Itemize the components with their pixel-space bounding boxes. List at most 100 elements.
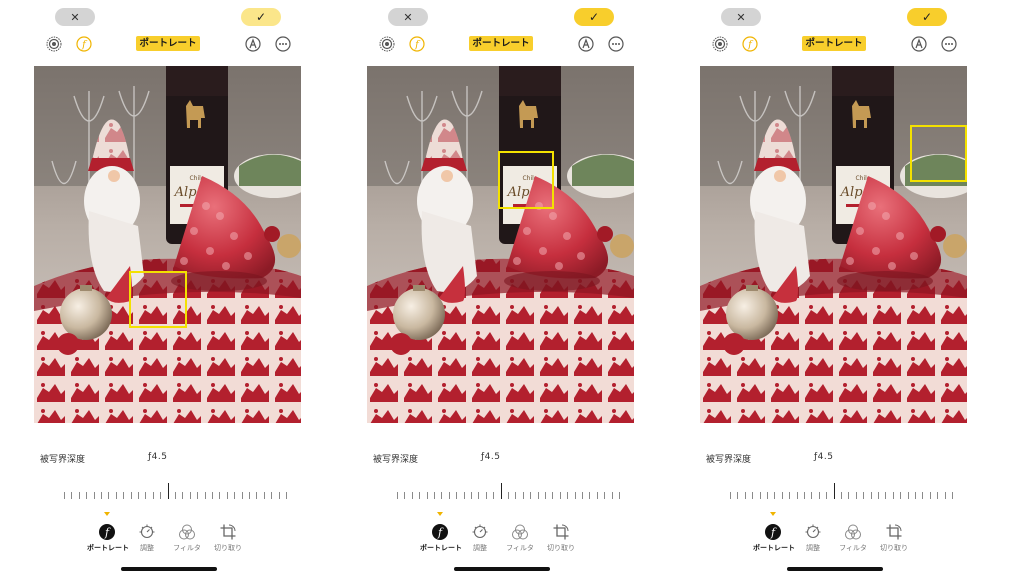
slider-tick — [878, 492, 879, 499]
slider-tick — [93, 492, 95, 499]
focus-point-box[interactable] — [498, 151, 554, 209]
depth-value: ƒ4.5 — [814, 452, 834, 462]
editor-panel-1: ✕ ✓ f ポートレート Chile Alpaca — [0, 0, 334, 574]
slider-tick — [219, 492, 221, 499]
slider-tick — [130, 492, 132, 499]
focus-point-box[interactable] — [910, 125, 967, 182]
editor-panel-2: ✕ ✓ f ポートレート Chile Alpaca — [333, 0, 667, 574]
slider-tick — [848, 492, 850, 499]
tool-crop[interactable]: 切り取り — [208, 523, 248, 553]
slider-tick — [515, 492, 517, 499]
live-photo-icon[interactable] — [46, 36, 62, 52]
slider-tick — [101, 492, 102, 499]
tool-adjust[interactable]: 調整 — [793, 523, 833, 553]
slider-tick — [589, 492, 591, 499]
more-icon[interactable] — [275, 36, 291, 52]
slider-tick — [256, 492, 258, 499]
focus-point-box[interactable] — [129, 271, 187, 328]
tool-portrait[interactable]: f ポートレート — [420, 523, 462, 553]
f-stop-icon[interactable]: f — [76, 36, 92, 52]
slider-tick — [241, 492, 243, 499]
tool-label: 調整 — [140, 544, 154, 552]
slider-tick — [737, 492, 739, 499]
tool-crop[interactable]: 切り取り — [874, 523, 914, 553]
slider-tick — [263, 492, 265, 499]
slider-tick — [226, 492, 228, 499]
tool-crop[interactable]: 切り取り — [541, 523, 581, 553]
slider-tick — [152, 492, 154, 499]
depth-value: ƒ4.5 — [481, 452, 501, 462]
tool-adjust[interactable]: 調整 — [460, 523, 500, 553]
tool-label: 切り取り — [547, 544, 575, 552]
checkmark-icon: ✓ — [255, 10, 267, 24]
slider-tick — [870, 492, 872, 499]
slider-tick — [574, 492, 576, 499]
portrait-mode-badge[interactable]: ポートレート — [136, 36, 200, 51]
slider-tick — [411, 492, 413, 499]
portrait-photo[interactable]: Chile Alpaca — [367, 66, 634, 423]
live-photo-icon[interactable] — [379, 36, 395, 52]
slider-tick — [545, 492, 546, 499]
depth-slider[interactable] — [393, 481, 623, 503]
slider-tick — [767, 492, 768, 499]
slider-tick — [286, 492, 287, 499]
slider-tick — [804, 492, 805, 499]
slider-tick — [71, 492, 73, 499]
slider-tick — [759, 492, 761, 499]
slider-tick — [249, 492, 250, 499]
slider-tick — [456, 492, 458, 499]
tool-filter[interactable]: フィルタ — [500, 523, 540, 553]
cancel-button[interactable]: ✕ — [55, 8, 95, 26]
active-tool-indicator — [104, 512, 110, 516]
slider-tick — [471, 492, 472, 499]
portrait-photo[interactable]: Chile Alpaca — [700, 66, 967, 423]
slider-tick — [596, 492, 598, 499]
pen-markup-icon[interactable] — [911, 36, 927, 52]
portrait-mode-badge[interactable]: ポートレート — [469, 36, 533, 51]
slider-tick — [885, 492, 887, 499]
adjust-dial-icon — [805, 524, 821, 539]
cancel-button[interactable]: ✕ — [388, 8, 428, 26]
slider-tick — [796, 492, 798, 499]
more-icon[interactable] — [608, 36, 624, 52]
more-icon[interactable] — [941, 36, 957, 52]
slider-tick — [197, 492, 199, 499]
tool-portrait[interactable]: f ポートレート — [753, 523, 795, 553]
svg-text:f: f — [414, 40, 421, 51]
slider-tick — [744, 492, 746, 499]
slider-tick — [619, 492, 620, 499]
slider-tick — [537, 492, 539, 499]
tool-label: 調整 — [473, 544, 487, 552]
slider-tick — [204, 492, 206, 499]
tool-filter[interactable]: フィルタ — [167, 523, 207, 553]
tool-adjust[interactable]: 調整 — [127, 523, 167, 553]
slider-current-tick — [167, 483, 169, 499]
cancel-button[interactable]: ✕ — [721, 8, 761, 26]
done-button[interactable]: ✓ — [907, 8, 947, 26]
slider-tick — [907, 492, 909, 499]
slider-tick — [826, 492, 828, 499]
slider-tick — [855, 492, 857, 499]
slider-tick — [478, 492, 480, 499]
pen-markup-icon[interactable] — [245, 36, 261, 52]
tool-label: ポートレート — [87, 544, 129, 552]
live-photo-icon[interactable] — [712, 36, 728, 52]
portrait-mode-badge[interactable]: ポートレート — [802, 36, 866, 51]
tool-filter[interactable]: フィルタ — [833, 523, 873, 553]
pen-markup-icon[interactable] — [578, 36, 594, 52]
done-button[interactable]: ✓ — [574, 8, 614, 26]
f-stop-icon[interactable]: f — [409, 36, 425, 52]
depth-label: 被写界深度 — [706, 455, 752, 465]
done-button[interactable]: ✓ — [241, 8, 281, 26]
slider-tick — [730, 492, 731, 499]
tool-portrait[interactable]: f ポートレート — [87, 523, 129, 553]
f-stop-icon[interactable]: f — [742, 36, 758, 52]
depth-slider[interactable] — [60, 481, 290, 503]
slider-tick — [530, 492, 532, 499]
slider-tick — [915, 492, 916, 499]
depth-slider[interactable] — [726, 481, 956, 503]
slider-tick — [582, 492, 583, 499]
portrait-photo[interactable]: Chile Alpaca — [34, 66, 301, 423]
depth-label: 被写界深度 — [373, 455, 419, 465]
slider-tick — [937, 492, 939, 499]
